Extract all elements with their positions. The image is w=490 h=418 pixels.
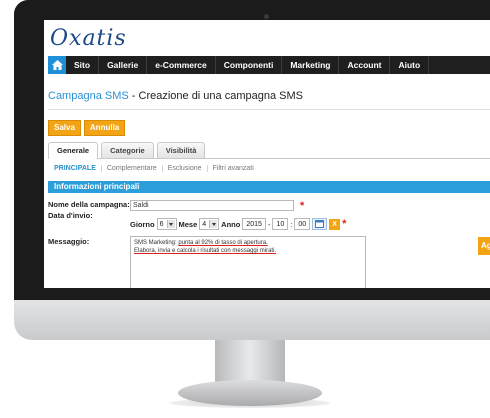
clear-date-button[interactable]: X [329, 218, 341, 230]
day-label: Giorno [130, 219, 155, 229]
camera-dot [264, 14, 269, 19]
subtab-principale[interactable]: PRINCIPALE [54, 165, 102, 172]
chevron-down-icon [166, 220, 175, 228]
tab-bar: Generale Categorie Visibilità [48, 142, 490, 159]
nav-item-marketing[interactable]: Marketing [282, 56, 340, 74]
message-textarea[interactable]: SMS Marketing: punta al 92% di tasso di … [130, 236, 366, 288]
required-star: * [300, 200, 305, 212]
message-text: Elabora, invia e calcola i risultati con [134, 248, 233, 254]
message-line-1: SMS Marketing: punta al 92% di tasso di … [134, 239, 362, 247]
page-title: Campagna SMS - Creazione di una campagna… [48, 90, 303, 102]
monitor-bezel: Oxatis Sito Gallerie e-Commerce Componen… [14, 0, 490, 300]
tab-visibilita[interactable]: Visibilità [156, 142, 206, 158]
message-line-2: Elabora, invia e calcola i risultati con… [134, 247, 362, 255]
monitor: Oxatis Sito Gallerie e-Commerce Componen… [14, 0, 490, 340]
send-date-row: Giorno 6 Mese 4 Anno 2015 - 10 : 00 X * [130, 218, 346, 230]
tab-generale[interactable]: Generale [48, 142, 99, 159]
message-text: punta al 92% di tasso di apertura. [178, 240, 268, 246]
main-nav: Sito Gallerie e-Commerce Componenti Mark… [48, 56, 490, 74]
calendar-icon [315, 220, 325, 228]
message-text: SMS Marketing: [134, 240, 179, 246]
year-field[interactable]: 2015 [242, 218, 266, 230]
monitor-stand-base [178, 380, 322, 406]
save-button[interactable]: Salva [48, 120, 81, 136]
action-bar: Salva Annulla [48, 120, 126, 136]
hour-field[interactable]: 10 [272, 218, 289, 230]
month-select[interactable]: 4 [199, 218, 220, 230]
subtab-complementare[interactable]: Complementare [102, 165, 163, 172]
calendar-button[interactable] [312, 218, 328, 230]
subtab-bar: PRINCIPALE Complementare Esclusione Filt… [54, 165, 259, 172]
day-select[interactable]: 6 [156, 218, 177, 230]
time-separator: : [290, 219, 293, 229]
nav-item-sito[interactable]: Sito [66, 56, 100, 74]
nav-item-componenti[interactable]: Componenti [216, 56, 283, 74]
campaign-name-label: Nome della campagna: [48, 200, 130, 209]
nav-item-gallerie[interactable]: Gallerie [99, 56, 148, 74]
year-label: Anno [221, 219, 241, 229]
required-star: * [342, 217, 347, 230]
breadcrumb-link[interactable]: Campagna SMS [48, 90, 129, 102]
subtab-filtri-avanzati[interactable]: Filtri avanzati [208, 165, 259, 172]
home-icon[interactable] [48, 56, 66, 74]
nav-item-account[interactable]: Account [339, 56, 391, 74]
month-label: Mese [178, 219, 198, 229]
send-date-label: Data d'invio: [48, 211, 93, 220]
chevron-down-icon [209, 220, 218, 228]
date-separator: - [267, 219, 271, 229]
tab-categorie[interactable]: Categorie [101, 142, 154, 158]
minute-field[interactable]: 00 [294, 218, 311, 230]
add-button[interactable]: Ag [478, 237, 490, 255]
monitor-stand-neck [215, 340, 285, 382]
cancel-button[interactable]: Annulla [83, 120, 126, 136]
message-text: messaggi mirati. [232, 248, 277, 254]
nav-item-ecommerce[interactable]: e-Commerce [147, 56, 216, 74]
section-header: Informazioni principali [48, 181, 490, 193]
message-label: Messaggio: [48, 237, 90, 246]
screen: Oxatis Sito Gallerie e-Commerce Componen… [44, 20, 490, 288]
divider [48, 109, 490, 110]
brand-logo: Oxatis [50, 26, 127, 51]
campaign-name-field[interactable]: Saldi [130, 200, 294, 211]
day-value: 6 [159, 220, 164, 228]
page-title-text: - Creazione di una campagna SMS [128, 90, 303, 102]
monitor-chin [14, 300, 490, 340]
subtab-esclusione[interactable]: Esclusione [163, 165, 208, 172]
nav-item-aiuto[interactable]: Aiuto [390, 56, 430, 74]
month-value: 4 [202, 220, 207, 228]
